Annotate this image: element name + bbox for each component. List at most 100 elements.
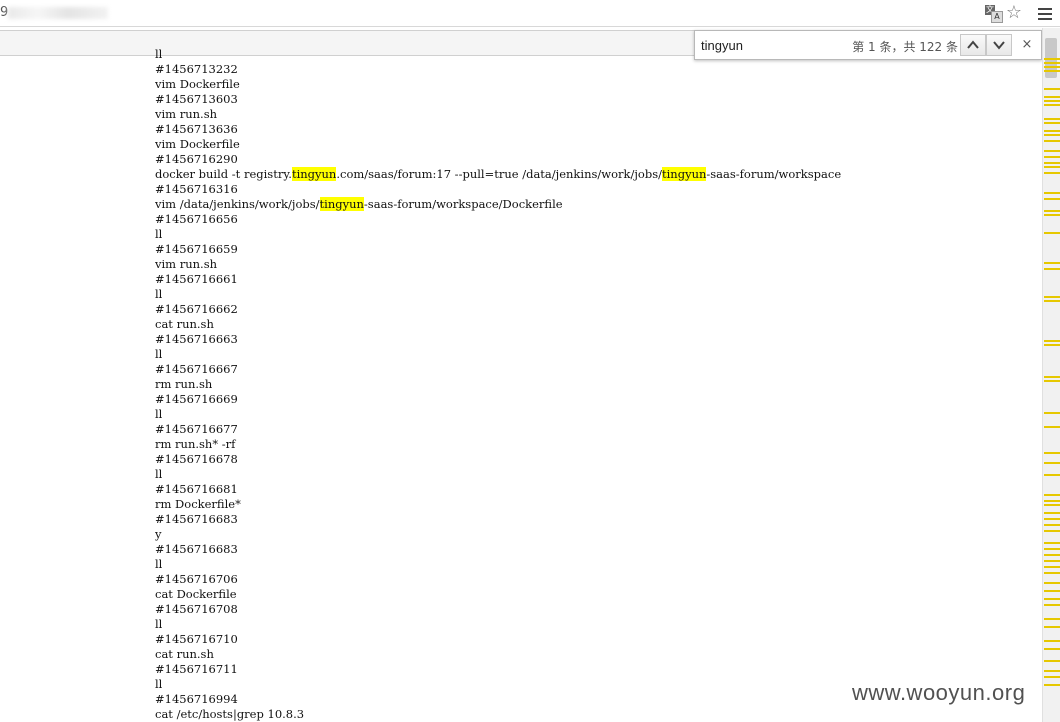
scroll-match-marker — [1044, 474, 1060, 476]
scroll-match-marker — [1044, 670, 1060, 672]
scroll-match-marker — [1044, 104, 1060, 106]
text-line: #1456713232 — [155, 62, 238, 76]
text-line: rm Dockerfile* — [155, 497, 241, 511]
scroll-match-marker — [1044, 590, 1060, 592]
scroll-match-marker — [1044, 660, 1060, 662]
text-line: ll — [155, 557, 163, 571]
scroll-match-marker — [1044, 198, 1060, 200]
scroll-match-marker — [1044, 452, 1060, 454]
text-line: #1456716710 — [155, 632, 238, 646]
scroll-match-marker — [1044, 300, 1060, 302]
scroll-match-marker — [1044, 582, 1060, 584]
text-line: #1456716677 — [155, 422, 238, 436]
text-line: ll — [155, 287, 163, 301]
text-line: y — [155, 527, 162, 541]
text-line: ll — [155, 407, 163, 421]
text-segment: -saas-forum/workspace/Dockerfile — [363, 197, 563, 211]
text-line: rm run.sh* -rf — [155, 437, 236, 451]
scroll-match-marker — [1044, 548, 1060, 550]
text-line: ll — [155, 467, 163, 481]
scroll-match-marker — [1044, 192, 1060, 194]
browser-toolbar: 9 文A ☆ — [0, 0, 1060, 27]
text-line: vim /data/jenkins/work/jobs/tingyun-saas… — [155, 197, 1015, 212]
blurred-url — [8, 7, 108, 19]
search-highlight: tingyun — [319, 197, 364, 211]
scroll-match-marker — [1044, 626, 1060, 628]
scroll-match-marker — [1044, 62, 1060, 64]
scroll-match-marker — [1044, 130, 1060, 132]
scroll-match-marker — [1044, 566, 1060, 568]
scroll-match-marker — [1044, 340, 1060, 342]
scroll-match-marker — [1044, 500, 1060, 502]
text-line: cat run.sh — [155, 317, 214, 331]
scroll-match-marker — [1044, 210, 1060, 212]
star-icon[interactable]: ☆ — [1003, 2, 1025, 24]
scroll-match-marker — [1044, 296, 1060, 298]
text-segment: docker build -t registry. — [155, 167, 292, 181]
scroll-match-marker — [1044, 262, 1060, 264]
text-line: #1456716656 — [155, 212, 238, 226]
scroll-match-marker — [1044, 494, 1060, 496]
text-line: ll — [155, 227, 163, 241]
text-line: #1456713603 — [155, 92, 238, 106]
text-segment: -saas-forum/workspace — [706, 167, 842, 181]
scroll-match-marker — [1044, 412, 1060, 414]
scroll-match-marker — [1044, 512, 1060, 514]
text-line: #1456716678 — [155, 452, 238, 466]
close-icon[interactable]: × — [1017, 35, 1037, 55]
scroll-match-marker — [1044, 58, 1060, 60]
text-line: #1456716708 — [155, 602, 238, 616]
scroll-match-marker — [1044, 96, 1060, 98]
scroll-match-marker — [1044, 604, 1060, 606]
scroll-match-marker — [1044, 554, 1060, 556]
scroll-match-marker — [1044, 66, 1060, 68]
text-line: ll — [155, 347, 163, 361]
page-text-content: ll #1456713232 vim Dockerfile #1456713603 vi… — [155, 47, 1015, 722]
text-segment: vim /data/jenkins/work/jobs/ — [155, 197, 320, 211]
scroll-match-marker — [1044, 232, 1060, 234]
text-line: cat run.sh — [155, 647, 214, 661]
menu-icon[interactable] — [1034, 2, 1056, 24]
text-line: #1456716683 — [155, 542, 238, 556]
search-highlight: tingyun — [662, 167, 707, 181]
scroll-match-marker — [1044, 156, 1060, 158]
scroll-match-marker — [1044, 542, 1060, 544]
text-line: #1456716662 — [155, 302, 238, 316]
scroll-match-marker — [1044, 166, 1060, 168]
scroll-match-marker — [1044, 88, 1060, 90]
text-line: #1456716661 — [155, 272, 238, 286]
watermark: www.wooyun.org — [852, 680, 1026, 705]
text-line: ll — [155, 47, 163, 61]
text-line: #1456713636 — [155, 122, 238, 136]
scroll-match-marker — [1044, 572, 1060, 574]
text-line: vim run.sh — [155, 257, 218, 271]
scroll-match-marker — [1044, 426, 1060, 428]
scroll-match-marker — [1044, 376, 1060, 378]
address-bar[interactable]: 9 — [0, 3, 112, 23]
scroll-match-marker — [1044, 214, 1060, 216]
scroll-match-marker — [1044, 648, 1060, 650]
scroll-match-marker — [1044, 134, 1060, 136]
scroll-match-marker — [1044, 676, 1060, 678]
translate-icon[interactable]: 文A — [982, 2, 1004, 24]
text-line: vim run.sh — [155, 107, 218, 121]
scroll-match-marker — [1044, 684, 1060, 686]
scroll-match-marker — [1044, 462, 1060, 464]
text-line: #1456716681 — [155, 482, 238, 496]
scroll-match-marker — [1044, 618, 1060, 620]
scroll-match-marker — [1044, 172, 1060, 174]
text-segment: .com/saas/forum:17 --pull=true /data/jen… — [336, 167, 662, 181]
text-line: #1456716316 — [155, 182, 238, 196]
scroll-match-marker — [1044, 504, 1060, 506]
scroll-match-marker — [1044, 530, 1060, 532]
scroll-match-marker — [1044, 70, 1060, 72]
scroll-match-marker — [1044, 122, 1060, 124]
text-line: cat Dockerfile — [155, 587, 237, 601]
scroll-match-marker — [1044, 100, 1060, 102]
text-line: cat /etc/hosts|grep 10.8.3 — [155, 707, 305, 721]
vertical-scrollbar[interactable] — [1042, 28, 1060, 722]
text-line: #1456716667 — [155, 362, 238, 376]
scroll-match-marker — [1044, 268, 1060, 270]
text-line: docker build -t registry. tingyun.com/saa… — [155, 167, 1015, 182]
scroll-match-marker — [1044, 598, 1060, 600]
